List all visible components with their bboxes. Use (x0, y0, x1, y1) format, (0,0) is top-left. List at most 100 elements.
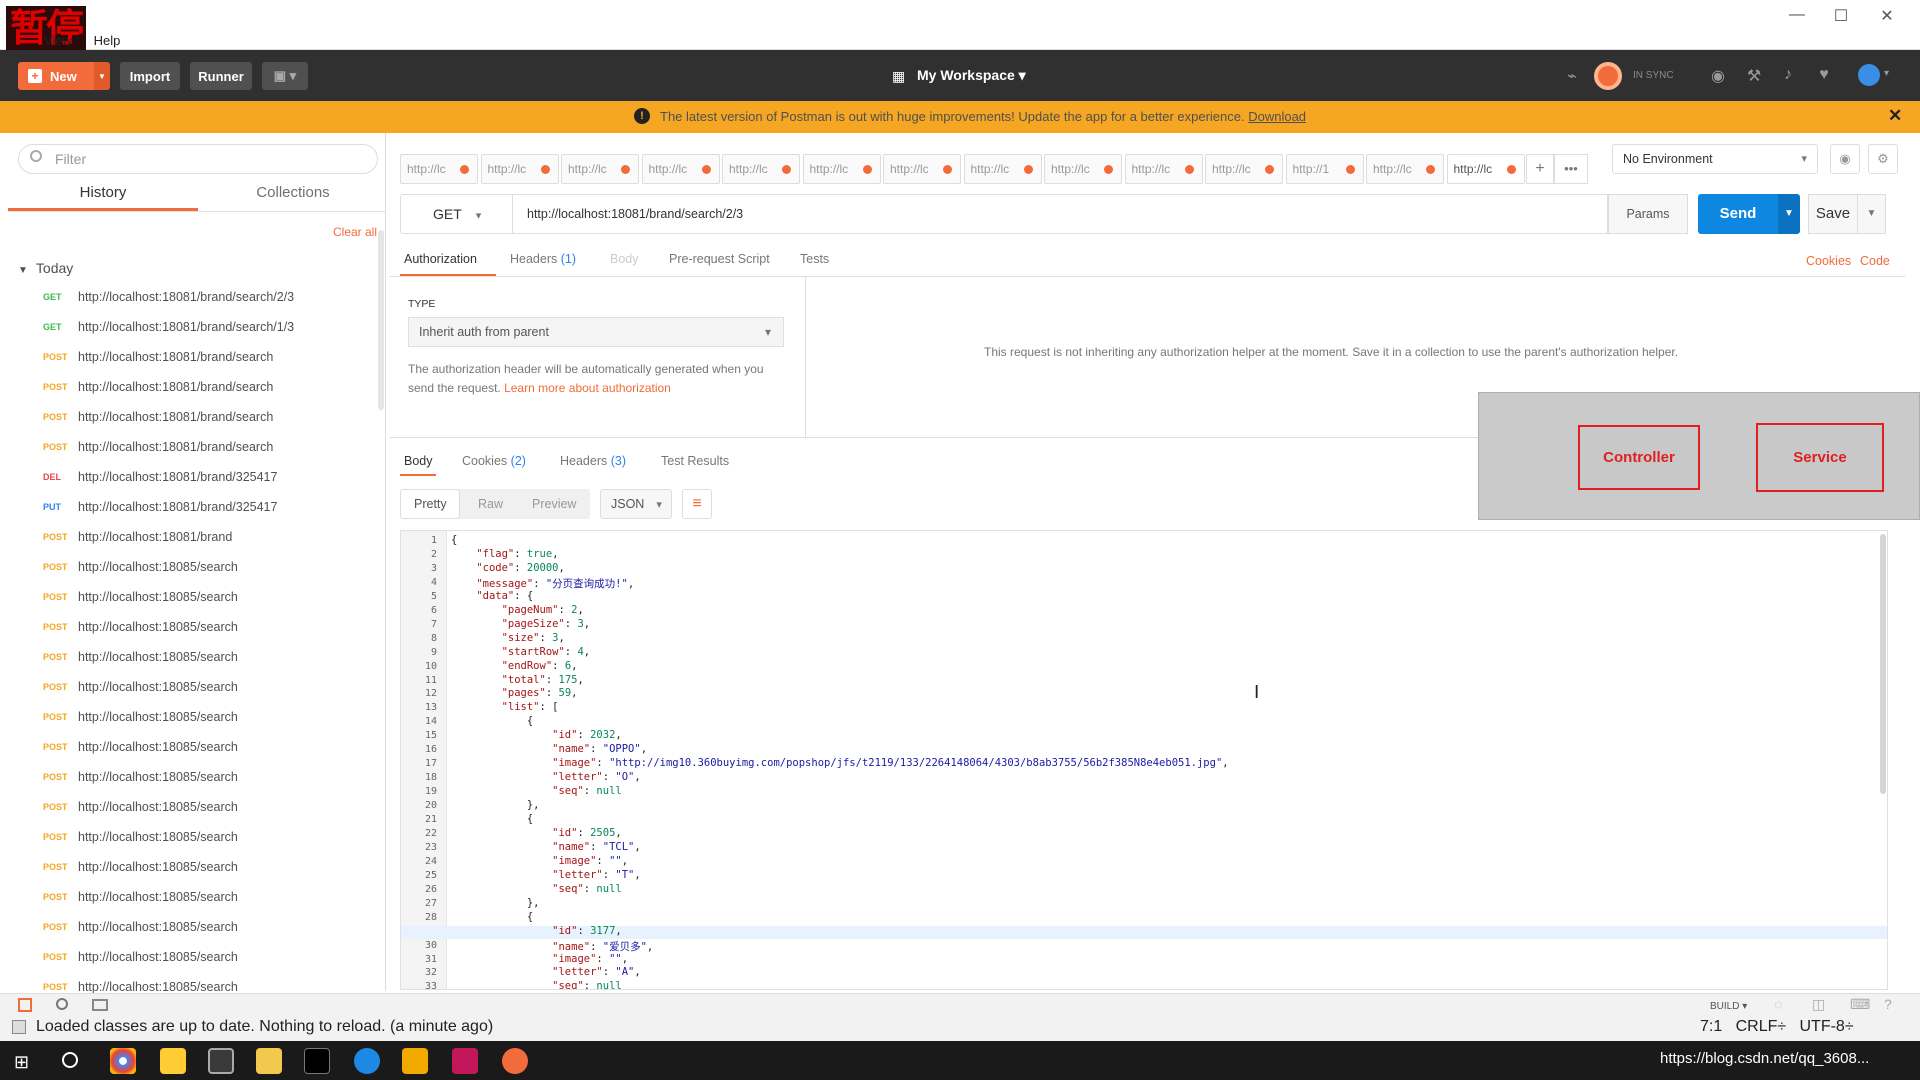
controller-button[interactable]: Controller (1578, 425, 1700, 490)
close-banner-icon[interactable]: ✕ (1888, 106, 1902, 126)
minimize-icon[interactable]: — (1782, 6, 1812, 24)
tab-collections[interactable]: Collections (198, 184, 388, 201)
import-button[interactable]: Import (120, 62, 180, 90)
send-dropdown-icon[interactable]: ▼ (1778, 194, 1800, 234)
history-item[interactable]: GET http://localhost:18081/brand/search/1… (8, 312, 378, 342)
save-dropdown-icon[interactable]: ▼ (1858, 194, 1886, 234)
request-tab[interactable]: http://lc (1205, 154, 1283, 184)
send-button[interactable]: Send (1698, 194, 1778, 234)
app-icon[interactable] (160, 1048, 186, 1074)
sync-status-icon[interactable] (1594, 62, 1622, 90)
history-item[interactable]: POST http://localhost:18085/search (8, 732, 378, 762)
history-item[interactable]: POST http://localhost:18085/search (8, 882, 378, 912)
history-group-today[interactable]: ▼ Today (18, 260, 73, 276)
terminal-icon[interactable] (304, 1048, 330, 1074)
request-tab[interactable]: http://lc (1446, 154, 1525, 184)
clear-all-button[interactable]: Clear all (333, 225, 377, 239)
app-icon[interactable] (354, 1048, 380, 1074)
menu-help[interactable]: Help (94, 33, 121, 48)
cursor-position[interactable]: 7:1 (1700, 1018, 1722, 1035)
runner-button[interactable]: Runner (190, 62, 252, 90)
console-icon[interactable] (92, 999, 108, 1011)
wrap-lines-icon[interactable]: ≡ (682, 489, 712, 519)
filter-input[interactable]: Filter (18, 144, 378, 174)
menu-view[interactable]: View (44, 33, 72, 48)
file-explorer-icon[interactable] (256, 1048, 282, 1074)
tab-pre-request-script[interactable]: Pre-request Script (669, 252, 770, 266)
eye-icon[interactable]: ◉ (1830, 144, 1860, 174)
history-item[interactable]: POST http://localhost:18085/search (8, 702, 378, 732)
wrench-icon[interactable]: ⚒ (1744, 66, 1764, 86)
interceptor-icon[interactable]: ◉ (1708, 66, 1728, 86)
find-icon[interactable] (56, 998, 68, 1010)
bulb-icon[interactable]: ◌ (1774, 996, 1782, 1012)
windows-start-icon[interactable]: ⊞ (14, 1052, 29, 1073)
app-icon[interactable] (208, 1048, 234, 1074)
history-item[interactable]: POST http://localhost:18085/search (8, 552, 378, 582)
method-select[interactable]: GET ▾ (400, 194, 512, 234)
history-item[interactable]: POST http://localhost:18081/brand/search (8, 372, 378, 402)
request-tab[interactable]: http://lc (802, 154, 881, 184)
code-scrollbar[interactable] (1880, 534, 1886, 794)
history-item[interactable]: POST http://localhost:18085/search (8, 912, 378, 942)
line-ending[interactable]: CRLF (1736, 1018, 1778, 1035)
resp-tab-test-results[interactable]: Test Results (661, 454, 729, 468)
more-tabs-icon[interactable]: ••• (1554, 154, 1588, 184)
workspace-selector[interactable]: My Workspace ▾ (917, 67, 1026, 84)
tab-authorization[interactable]: Authorization (404, 252, 477, 266)
resp-tab-headers[interactable]: Headers (3) (560, 454, 626, 468)
history-item[interactable]: GET http://localhost:18081/brand/search/2… (8, 282, 378, 312)
history-item[interactable]: POST http://localhost:18081/brand/search (8, 432, 378, 462)
download-link[interactable]: Download (1248, 109, 1306, 124)
history-item[interactable]: POST http://localhost:18085/search (8, 612, 378, 642)
avatar[interactable] (1858, 64, 1880, 86)
intellij-icon[interactable] (452, 1048, 478, 1074)
format-preview[interactable]: Preview (532, 497, 576, 511)
tab-body[interactable]: Body (610, 252, 639, 266)
history-item[interactable]: POST http://localhost:18085/search (8, 942, 378, 972)
url-input[interactable]: http://localhost:18081/brand/search/2/3 (512, 194, 1608, 234)
environment-select[interactable]: No Environment ▾ (1612, 144, 1818, 174)
request-tab[interactable]: http://lc (561, 154, 639, 184)
history-item[interactable]: POST http://localhost:18085/search (8, 762, 378, 792)
request-tab[interactable]: http://lc (883, 154, 961, 184)
two-pane-icon[interactable]: ◫ (1812, 996, 1825, 1013)
request-tab[interactable]: http://lc (963, 154, 1042, 184)
tab-history[interactable]: History (8, 184, 198, 201)
gear-icon[interactable]: ⚙ (1868, 144, 1898, 174)
request-tab[interactable]: http://1 (1285, 154, 1364, 184)
request-tab[interactable]: http://lc (480, 154, 559, 184)
tab-tests[interactable]: Tests (800, 252, 829, 266)
format-pretty[interactable]: Pretty (414, 497, 447, 511)
tab-headers[interactable]: Headers (1) (510, 252, 576, 266)
keyboard-icon[interactable]: ⌨ (1850, 996, 1870, 1013)
bell-icon[interactable]: ♪ (1778, 66, 1798, 86)
help-icon[interactable]: ? (1884, 996, 1892, 1012)
save-button[interactable]: Save (1808, 194, 1858, 234)
sidebar-scrollbar[interactable] (378, 230, 384, 410)
app-icon[interactable] (402, 1048, 428, 1074)
history-item[interactable]: POST http://localhost:18085/search (8, 852, 378, 882)
search-circle-icon[interactable] (62, 1052, 78, 1068)
satellite-icon[interactable]: ⌁ (1562, 66, 1582, 86)
history-item[interactable]: POST http://localhost:18081/brand (8, 522, 378, 552)
code-link[interactable]: Code (1860, 254, 1890, 268)
request-tab[interactable]: http://lc (722, 154, 800, 184)
history-item[interactable]: POST http://localhost:18081/brand/search (8, 402, 378, 432)
history-item[interactable]: POST http://localhost:18085/search (8, 822, 378, 852)
new-window-icon[interactable]: ▣ ▾ (262, 62, 308, 90)
cookies-link[interactable]: Cookies (1806, 254, 1851, 268)
history-item[interactable]: PUT http://localhost:18081/brand/325417 (8, 492, 378, 522)
build-label[interactable]: BUILD ▾ (1710, 1001, 1747, 1012)
maximize-icon[interactable]: ☐ (1826, 6, 1856, 26)
history-item[interactable]: POST http://localhost:18085/search (8, 642, 378, 672)
heart-icon[interactable]: ♥ (1814, 66, 1834, 86)
resp-tab-cookies[interactable]: Cookies (2) (462, 454, 526, 468)
auth-type-select[interactable]: Inherit auth from parent ▾ (408, 317, 784, 347)
params-button[interactable]: Params (1608, 194, 1688, 234)
encoding[interactable]: UTF-8 (1800, 1018, 1845, 1035)
history-item[interactable]: DEL http://localhost:18081/brand/325417 (8, 462, 378, 492)
history-item[interactable]: POST http://localhost:18081/brand/search (8, 342, 378, 372)
request-tab[interactable]: http://lc (641, 154, 720, 184)
add-tab-button[interactable]: + (1526, 154, 1554, 184)
